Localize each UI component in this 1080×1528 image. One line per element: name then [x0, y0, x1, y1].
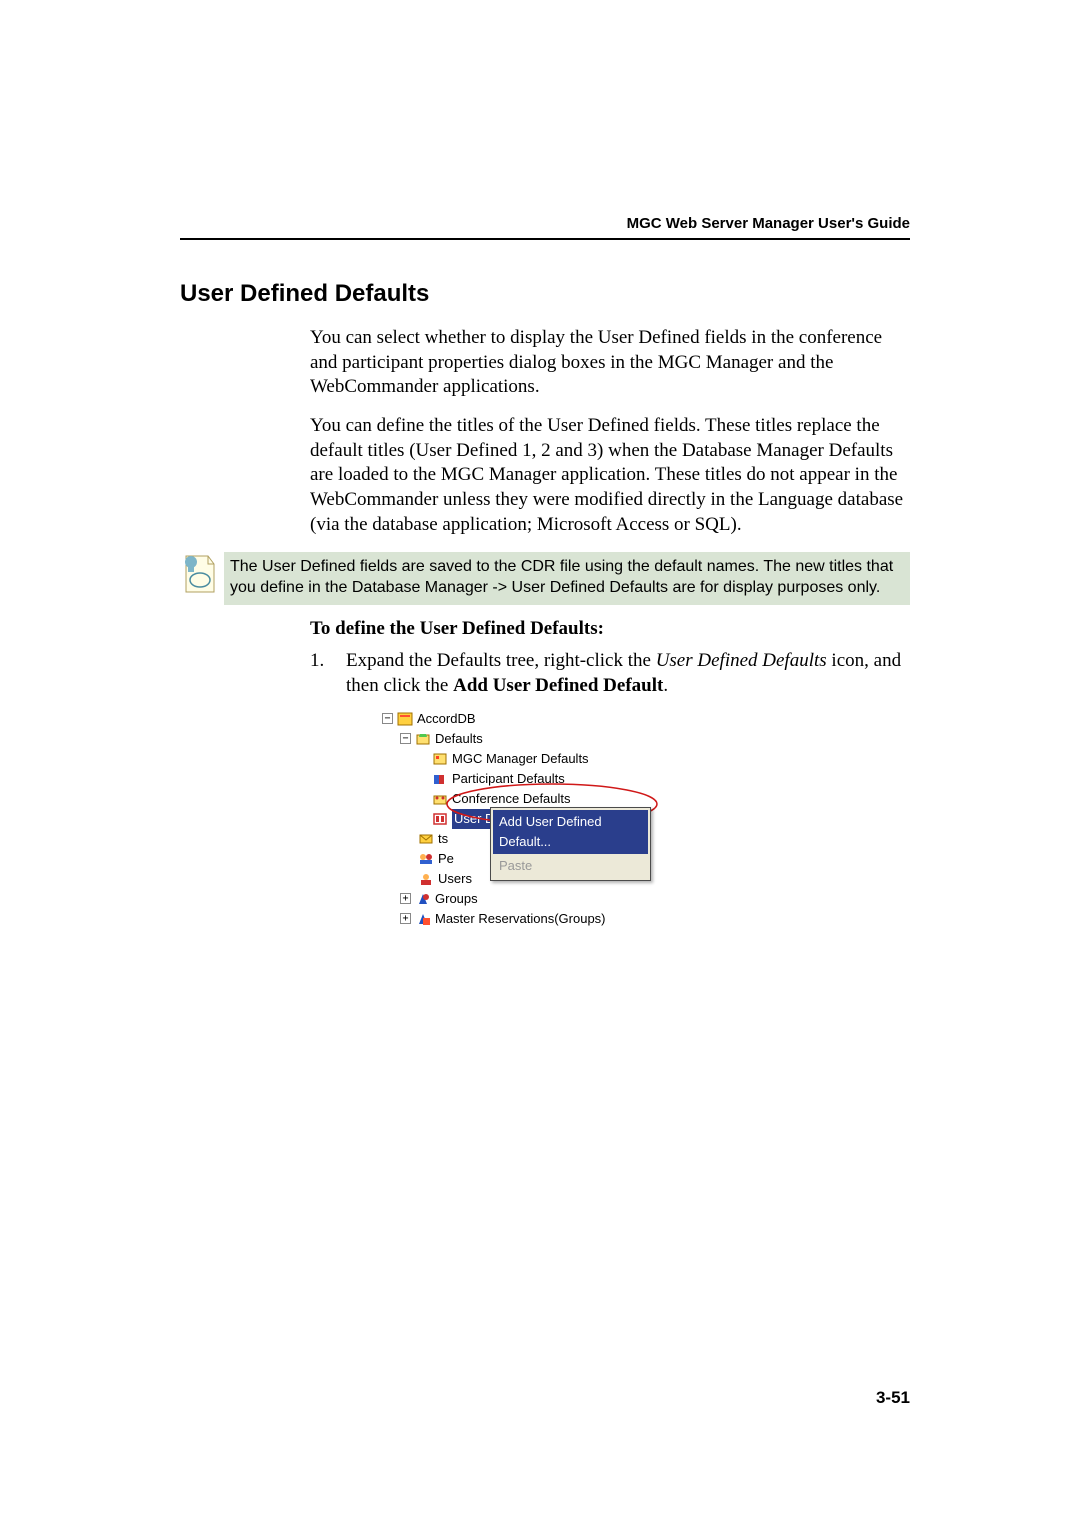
tree-row-groups: + Groups [382, 889, 682, 909]
tree-item-icon [418, 852, 434, 866]
tree-item-icon [418, 832, 434, 846]
menu-item-add-user-defined-default[interactable]: Add User Defined Default... [493, 810, 648, 854]
groups-icon [415, 892, 431, 906]
step-number: 1. [310, 649, 324, 674]
tree-label-mgc: MGC Manager Defaults [452, 749, 589, 769]
user-defined-defaults-icon [432, 812, 448, 826]
section-title: User Defined Defaults [180, 280, 910, 308]
note-text: The User Defined fields are saved to the… [224, 552, 910, 605]
context-menu: Add User Defined Default... Paste [490, 807, 651, 881]
header-rule [180, 238, 910, 240]
step-1-text-a: Expand the Defaults tree, right-click th… [346, 650, 656, 671]
expand-icon: + [400, 913, 411, 924]
menu-item-paste-disabled: Paste [493, 854, 648, 878]
para-intro-2: You can define the titles of the User De… [310, 414, 910, 537]
mgc-defaults-icon [432, 752, 448, 766]
step-1-bold: Add User Defined Default [453, 675, 663, 696]
step-1-text-c: . [663, 675, 668, 696]
users-icon [418, 872, 434, 886]
participant-defaults-icon [432, 772, 448, 786]
para-intro-1: You can select whether to display the Us… [310, 326, 910, 400]
tree-row-mgc: MGC Manager Defaults [382, 749, 682, 769]
tree-row-master: + Master Reservations(Groups) [382, 909, 682, 929]
master-reservations-icon [415, 912, 431, 926]
defaults-icon [415, 732, 431, 746]
conference-defaults-icon [432, 792, 448, 806]
tree-label-conference: Conference Defaults [452, 789, 571, 809]
database-icon [397, 712, 413, 726]
note-icon [180, 552, 216, 596]
collapse-icon: − [400, 733, 411, 744]
tree-label-participant: Participant Defaults [452, 769, 565, 789]
page-number: 3-51 [876, 1388, 910, 1408]
procedure-heading: To define the User Defined Defaults: [310, 617, 910, 642]
tree-label-root: AccordDB [417, 709, 476, 729]
tree-row-root: − AccordDB [382, 709, 682, 729]
tree-label-master: Master Reservations(Groups) [435, 909, 606, 929]
tree-row-defaults: − Defaults [382, 729, 682, 749]
tree-label-ts: ts [438, 829, 448, 849]
tree-label-users: Users [438, 869, 472, 889]
tree-label-groups: Groups [435, 889, 478, 909]
collapse-icon: − [382, 713, 393, 724]
tree-row-participant: Participant Defaults [382, 769, 682, 789]
tree-view-screenshot: − AccordDB − Defaults [382, 709, 682, 929]
step-1-italic: User Defined Defaults [656, 650, 827, 671]
tree-label-defaults: Defaults [435, 729, 483, 749]
tree-label-pe: Pe [438, 849, 454, 869]
step-1: 1. Expand the Defaults tree, right-click… [310, 649, 910, 928]
expand-icon: + [400, 893, 411, 904]
tree-row-conference: Conference Defaults [382, 789, 682, 809]
header-guide-title: MGC Web Server Manager User's Guide [627, 215, 910, 232]
